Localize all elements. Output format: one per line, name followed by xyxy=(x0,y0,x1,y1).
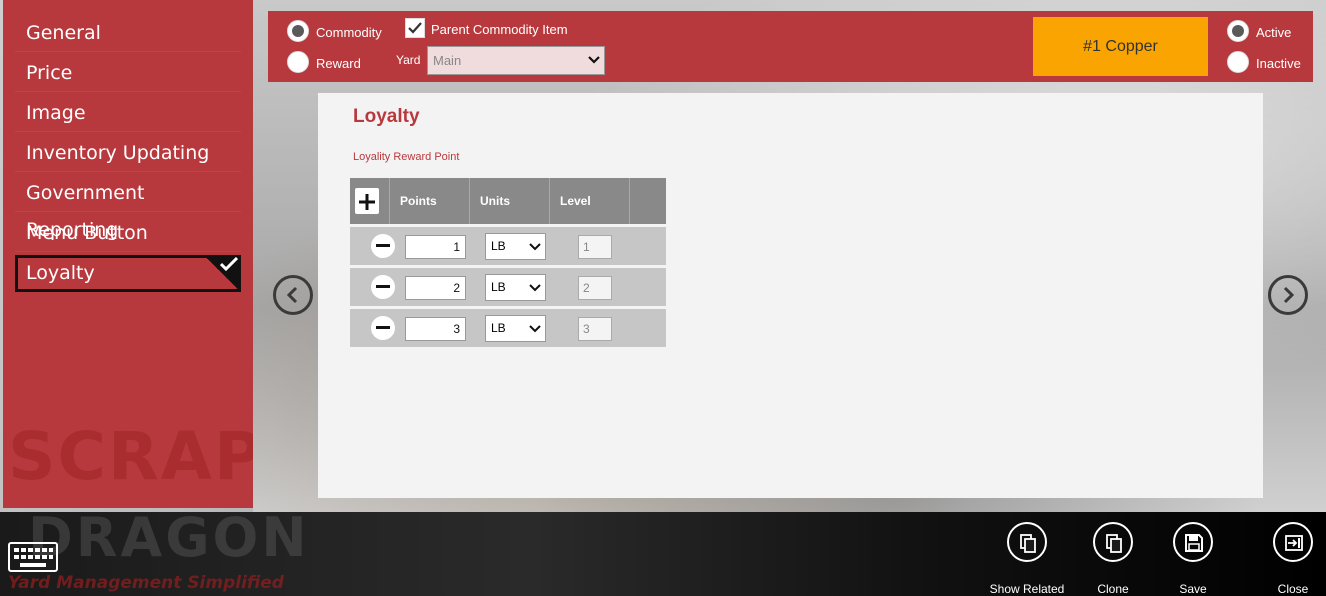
points-input[interactable]: 3 xyxy=(405,317,466,341)
clone-label: Clone xyxy=(1097,582,1129,596)
show-related-label: Show Related xyxy=(989,582,1065,596)
units-select[interactable]: LB xyxy=(485,233,546,260)
checkmark-icon xyxy=(203,255,241,292)
remove-row-button[interactable] xyxy=(371,316,395,340)
checkmark-icon xyxy=(408,22,422,34)
reward-label: Reward xyxy=(316,56,361,71)
keyboard-icon[interactable] xyxy=(8,542,58,577)
column-header-units: Units xyxy=(470,178,550,224)
points-input[interactable]: 2 xyxy=(405,276,466,300)
column-header-level: Level xyxy=(550,178,630,224)
previous-button[interactable] xyxy=(273,275,313,315)
exit-icon xyxy=(1273,522,1313,562)
sidebar-item-menu-button[interactable]: Menu Button xyxy=(15,215,241,252)
next-button[interactable] xyxy=(1268,275,1308,315)
chevron-left-icon xyxy=(286,286,298,304)
table-row: 3 LB 3 xyxy=(350,309,666,347)
copy-icon xyxy=(1007,522,1047,562)
reward-radio[interactable] xyxy=(287,51,309,73)
chevron-down-icon xyxy=(588,56,600,64)
logo: DRAGON xyxy=(28,506,310,569)
units-select[interactable]: LB xyxy=(485,274,546,301)
chevron-down-icon xyxy=(529,284,541,292)
units-value: LB xyxy=(491,321,506,335)
level-input: 1 xyxy=(578,235,612,259)
chevron-down-icon xyxy=(529,325,541,333)
top-bar: Commodity Reward Parent Commodity Item Y… xyxy=(268,11,1313,82)
inactive-label: Inactive xyxy=(1256,56,1301,71)
commodity-button[interactable]: #1 Copper xyxy=(1033,17,1208,76)
bottom-app-bar: DRAGON Yard Management Simplified Show R… xyxy=(0,506,1326,596)
save-icon xyxy=(1173,522,1213,562)
sidebar-item-label: Loyalty xyxy=(26,262,95,284)
active-radio[interactable] xyxy=(1227,20,1249,42)
clone-button[interactable]: Clone xyxy=(1073,522,1153,596)
close-label: Close xyxy=(1277,582,1309,596)
copy-icon xyxy=(1093,522,1133,562)
remove-row-button[interactable] xyxy=(371,234,395,258)
yard-label: Yard xyxy=(396,53,421,67)
yard-select[interactable]: Main xyxy=(427,46,605,75)
close-button[interactable]: Close xyxy=(1253,522,1326,596)
table-row: 1 LB 1 xyxy=(350,227,666,265)
commodity-radio[interactable] xyxy=(287,20,309,42)
units-select[interactable]: LB xyxy=(485,315,546,342)
save-button[interactable]: Save xyxy=(1153,522,1233,596)
level-input: 2 xyxy=(578,276,612,300)
column-header-points: Points xyxy=(390,178,470,224)
level-input: 3 xyxy=(578,317,612,341)
sidebar-item-inventory-updating[interactable]: Inventory Updating xyxy=(15,135,241,172)
sidebar-item-loyalty[interactable]: Loyalty xyxy=(15,255,241,292)
loyalty-grid: Points Units Level 1 LB 1 2 LB 2 3 LB 3 xyxy=(350,178,666,347)
sidebar: SCRAP General Price Image Inventory Upda… xyxy=(3,0,253,508)
page-title: Loyalty xyxy=(353,106,420,127)
points-input[interactable]: 1 xyxy=(405,235,466,259)
active-label: Active xyxy=(1256,25,1292,40)
add-row-button[interactable] xyxy=(355,188,379,214)
watermark: SCRAP xyxy=(8,418,253,495)
chevron-right-icon xyxy=(1283,286,1295,304)
grid-header: Points Units Level xyxy=(350,178,666,224)
units-value: LB xyxy=(491,239,506,253)
sidebar-item-government-reporting[interactable]: Government Reporting xyxy=(15,175,241,241)
save-label: Save xyxy=(1179,582,1207,596)
parent-commodity-label: Parent Commodity Item xyxy=(431,22,568,37)
units-value: LB xyxy=(491,280,506,294)
remove-row-button[interactable] xyxy=(371,275,395,299)
plus-icon xyxy=(359,194,375,210)
section-label: Loyality Reward Point xyxy=(353,151,460,163)
show-related-button[interactable]: Show Related xyxy=(987,522,1067,596)
loyalty-panel: Loyalty Loyality Reward Point Points Uni… xyxy=(318,93,1263,498)
chevron-down-icon xyxy=(529,243,541,251)
table-row: 2 LB 2 xyxy=(350,268,666,306)
add-column xyxy=(350,178,390,224)
inactive-radio[interactable] xyxy=(1227,51,1249,73)
yard-select-value: Main xyxy=(433,53,462,68)
sidebar-item-image[interactable]: Image xyxy=(15,95,241,132)
sidebar-item-price[interactable]: Price xyxy=(15,55,241,92)
sidebar-item-general[interactable]: General xyxy=(15,15,241,52)
parent-commodity-checkbox[interactable] xyxy=(405,18,425,38)
commodity-label: Commodity xyxy=(316,25,382,40)
